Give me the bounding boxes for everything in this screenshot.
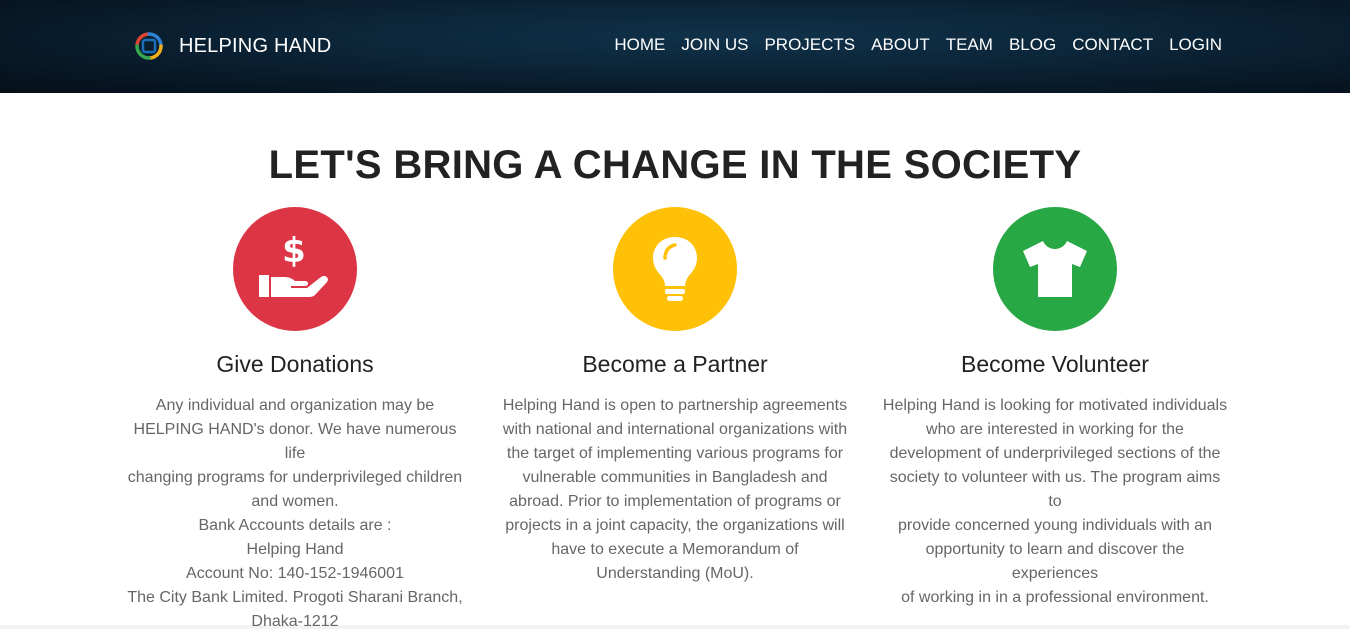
brand-link[interactable]: HELPING HAND: [131, 28, 331, 64]
bank-city: Dhaka-1212: [251, 613, 339, 629]
card-become-partner: Become a Partner Helping Hand is open to…: [500, 207, 850, 586]
card-title: Become a Partner: [582, 351, 768, 377]
bank-details-label: Bank Accounts details are :: [198, 517, 392, 534]
card-line: provide concerned young individuals with…: [898, 517, 1212, 534]
svg-text:$: $: [282, 231, 306, 271]
card-line: HELPING HAND's donor. We have numerous l…: [133, 421, 457, 462]
main-nav: HOME JOIN US PROJECTS ABOUT TEAM BLOG CO…: [614, 34, 1222, 56]
card-line: changing programs for underprivileged ch…: [127, 469, 463, 486]
bank-branch: The City Bank Limited. Progoti Sharani B…: [127, 589, 463, 606]
volunteer-icon-circle: [993, 207, 1117, 331]
bank-account-number: Account No: 140-152-1946001: [186, 565, 404, 582]
nav-item-contact[interactable]: CONTACT: [1072, 34, 1153, 56]
card-line: Understanding (MoU).: [596, 565, 754, 582]
card-line: opportunity to learn and discover the ex…: [925, 541, 1185, 582]
card-line: have to execute a Memorandum of: [551, 541, 799, 558]
nav-item-team[interactable]: TEAM: [946, 34, 993, 56]
card-line: with national and international organiza…: [502, 421, 848, 438]
main-section: LET'S BRING A CHANGE IN THE SOCIETY $ Gi…: [0, 93, 1350, 629]
card-line: of working in in a professional environm…: [901, 589, 1209, 606]
card-line: Helping Hand is open to partnership agre…: [502, 397, 848, 414]
card-line: and women.: [251, 493, 339, 510]
card-line: society to volunteer with us. The progra…: [889, 469, 1221, 510]
card-line: abroad. Prior to implementation of progr…: [509, 493, 841, 510]
lightbulb-icon: [653, 237, 697, 301]
tshirt-icon: [1023, 241, 1087, 297]
nav-item-blog[interactable]: BLOG: [1009, 34, 1056, 56]
card-line: Helping Hand is looking for motivated in…: [882, 397, 1228, 414]
partner-icon-circle: [613, 207, 737, 331]
card-line: Any individual and organization may be: [155, 397, 435, 414]
card-line: development of underprivileged sections …: [889, 445, 1221, 462]
card-title: Become Volunteer: [961, 351, 1149, 377]
page-title: LET'S BRING A CHANGE IN THE SOCIETY: [268, 143, 1082, 187]
nav-item-join-us[interactable]: JOIN US: [681, 34, 748, 56]
card-line: projects in a joint capacity, the organi…: [505, 517, 845, 534]
card-description: Any individual and organization may be H…: [120, 394, 470, 629]
top-navbar: HELPING HAND HOME JOIN US PROJECTS ABOUT…: [0, 0, 1350, 93]
nav-item-about[interactable]: ABOUT: [871, 34, 930, 56]
donation-hand-icon: $: [259, 231, 328, 297]
nav-item-home[interactable]: HOME: [614, 34, 665, 56]
helping-hand-logo-icon: [131, 28, 167, 64]
nav-item-login[interactable]: LOGIN: [1169, 34, 1222, 56]
card-become-volunteer: Become Volunteer Helping Hand is looking…: [880, 207, 1230, 610]
brand-name: HELPING HAND: [179, 34, 332, 57]
donation-icon-circle: $: [233, 207, 357, 331]
nav-item-projects[interactable]: PROJECTS: [764, 34, 855, 56]
card-line: the target of implementing various progr…: [506, 445, 844, 462]
bank-account-name: Helping Hand: [246, 541, 344, 558]
card-description: Helping Hand is looking for motivated in…: [880, 394, 1230, 610]
card-line: vulnerable communities in Bangladesh and: [522, 469, 828, 486]
card-title: Give Donations: [216, 351, 374, 377]
card-description: Helping Hand is open to partnership agre…: [500, 394, 850, 586]
card-give-donations: $ Give Donations Any individual and orga…: [120, 207, 470, 629]
card-line: who are interested in working for the: [926, 421, 1184, 438]
